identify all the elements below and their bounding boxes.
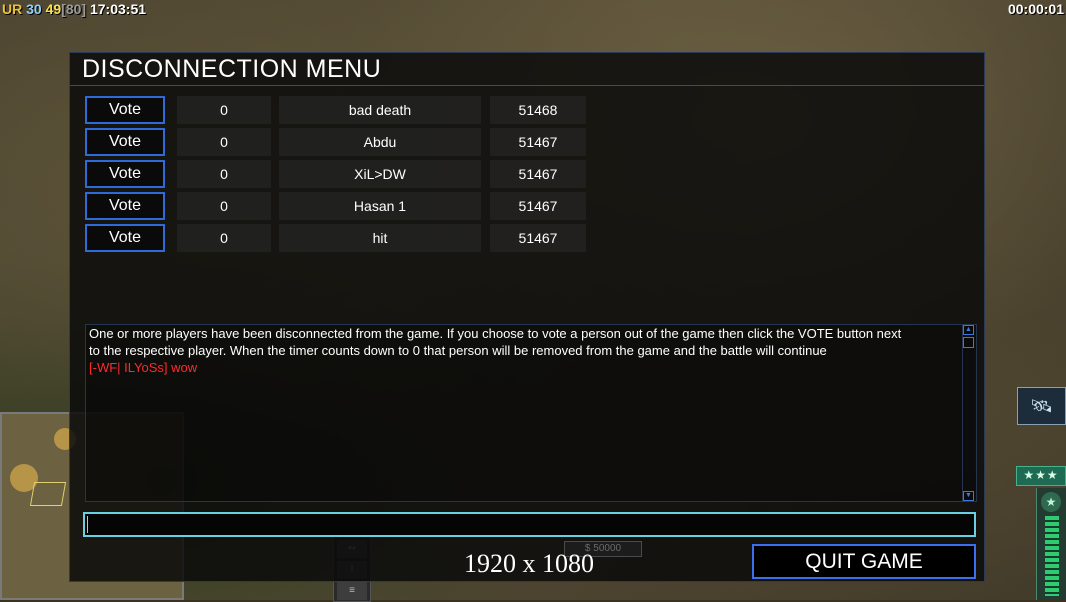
chat-message: [-WF| ILYoSs] wow [89, 360, 198, 375]
vote-button[interactable]: Vote [85, 224, 165, 252]
player-ping: 51467 [490, 128, 586, 156]
resolution-label: 1920 x 1080 [464, 549, 594, 578]
vote-count: 0 [177, 128, 271, 156]
text-cursor [87, 516, 88, 533]
player-ping: 51467 [490, 224, 586, 252]
player-name: XiL>DW [279, 160, 481, 188]
message-scrollbar[interactable]: ▲ ▼ [962, 325, 974, 501]
vote-button[interactable]: Vote [85, 192, 165, 220]
chat-input[interactable] [83, 512, 976, 537]
info-line-2: to the respective player. When the timer… [89, 343, 827, 358]
scroll-down-arrow-icon[interactable]: ▼ [963, 491, 974, 501]
player-ping: 51468 [490, 96, 586, 124]
ur-label: UR [2, 1, 23, 17]
player-name: Hasan 1 [279, 192, 481, 220]
vote-count: 0 [177, 160, 271, 188]
game-timer: 00:00:01 [1007, 1, 1064, 17]
vote-button[interactable]: Vote [85, 96, 165, 124]
options-icon[interactable]: ≡ [337, 582, 367, 600]
message-log[interactable]: One or more players have been disconnect… [85, 324, 977, 502]
power-meter-panel: ★ [1036, 488, 1066, 600]
minimap-viewport [29, 482, 67, 506]
stat-c: [80] [61, 1, 87, 17]
vote-button[interactable]: Vote [85, 160, 165, 188]
scroll-up-arrow-icon[interactable]: ▲ [963, 325, 974, 335]
satellite-power-button[interactable]: 🛰 [1017, 387, 1066, 425]
player-name: hit [279, 224, 481, 252]
satellite-icon: 🛰 [1030, 395, 1053, 416]
vote-count: 0 [177, 224, 271, 252]
panel-title: DISCONNECTION MENU [82, 55, 382, 83]
power-bar [1045, 516, 1059, 596]
vote-button[interactable]: Vote [85, 128, 165, 156]
star-emblem-icon: ★ [1041, 492, 1061, 512]
stat-b: 49 [45, 1, 62, 17]
vote-count: 0 [177, 192, 271, 220]
quit-game-button[interactable]: QUIT GAME [752, 544, 976, 579]
rank-stars: ★★★ [1016, 466, 1066, 486]
title-divider [70, 85, 984, 86]
message-text: One or more players have been disconnect… [89, 325, 961, 376]
top-left-stats: UR 30 49[80] 17:03:51 [2, 1, 146, 17]
player-ping: 51467 [490, 160, 586, 188]
stat-a: 30 [26, 1, 42, 17]
disconnection-menu-panel: DISCONNECTION MENU Vote 0 bad death 5146… [69, 52, 985, 582]
scroll-thumb[interactable] [963, 337, 974, 348]
player-name: Abdu [279, 128, 481, 156]
system-clock: 17:03:51 [89, 1, 147, 17]
player-name: bad death [279, 96, 481, 124]
info-line-1: One or more players have been disconnect… [89, 326, 902, 341]
player-ping: 51467 [490, 192, 586, 220]
vote-count: 0 [177, 96, 271, 124]
